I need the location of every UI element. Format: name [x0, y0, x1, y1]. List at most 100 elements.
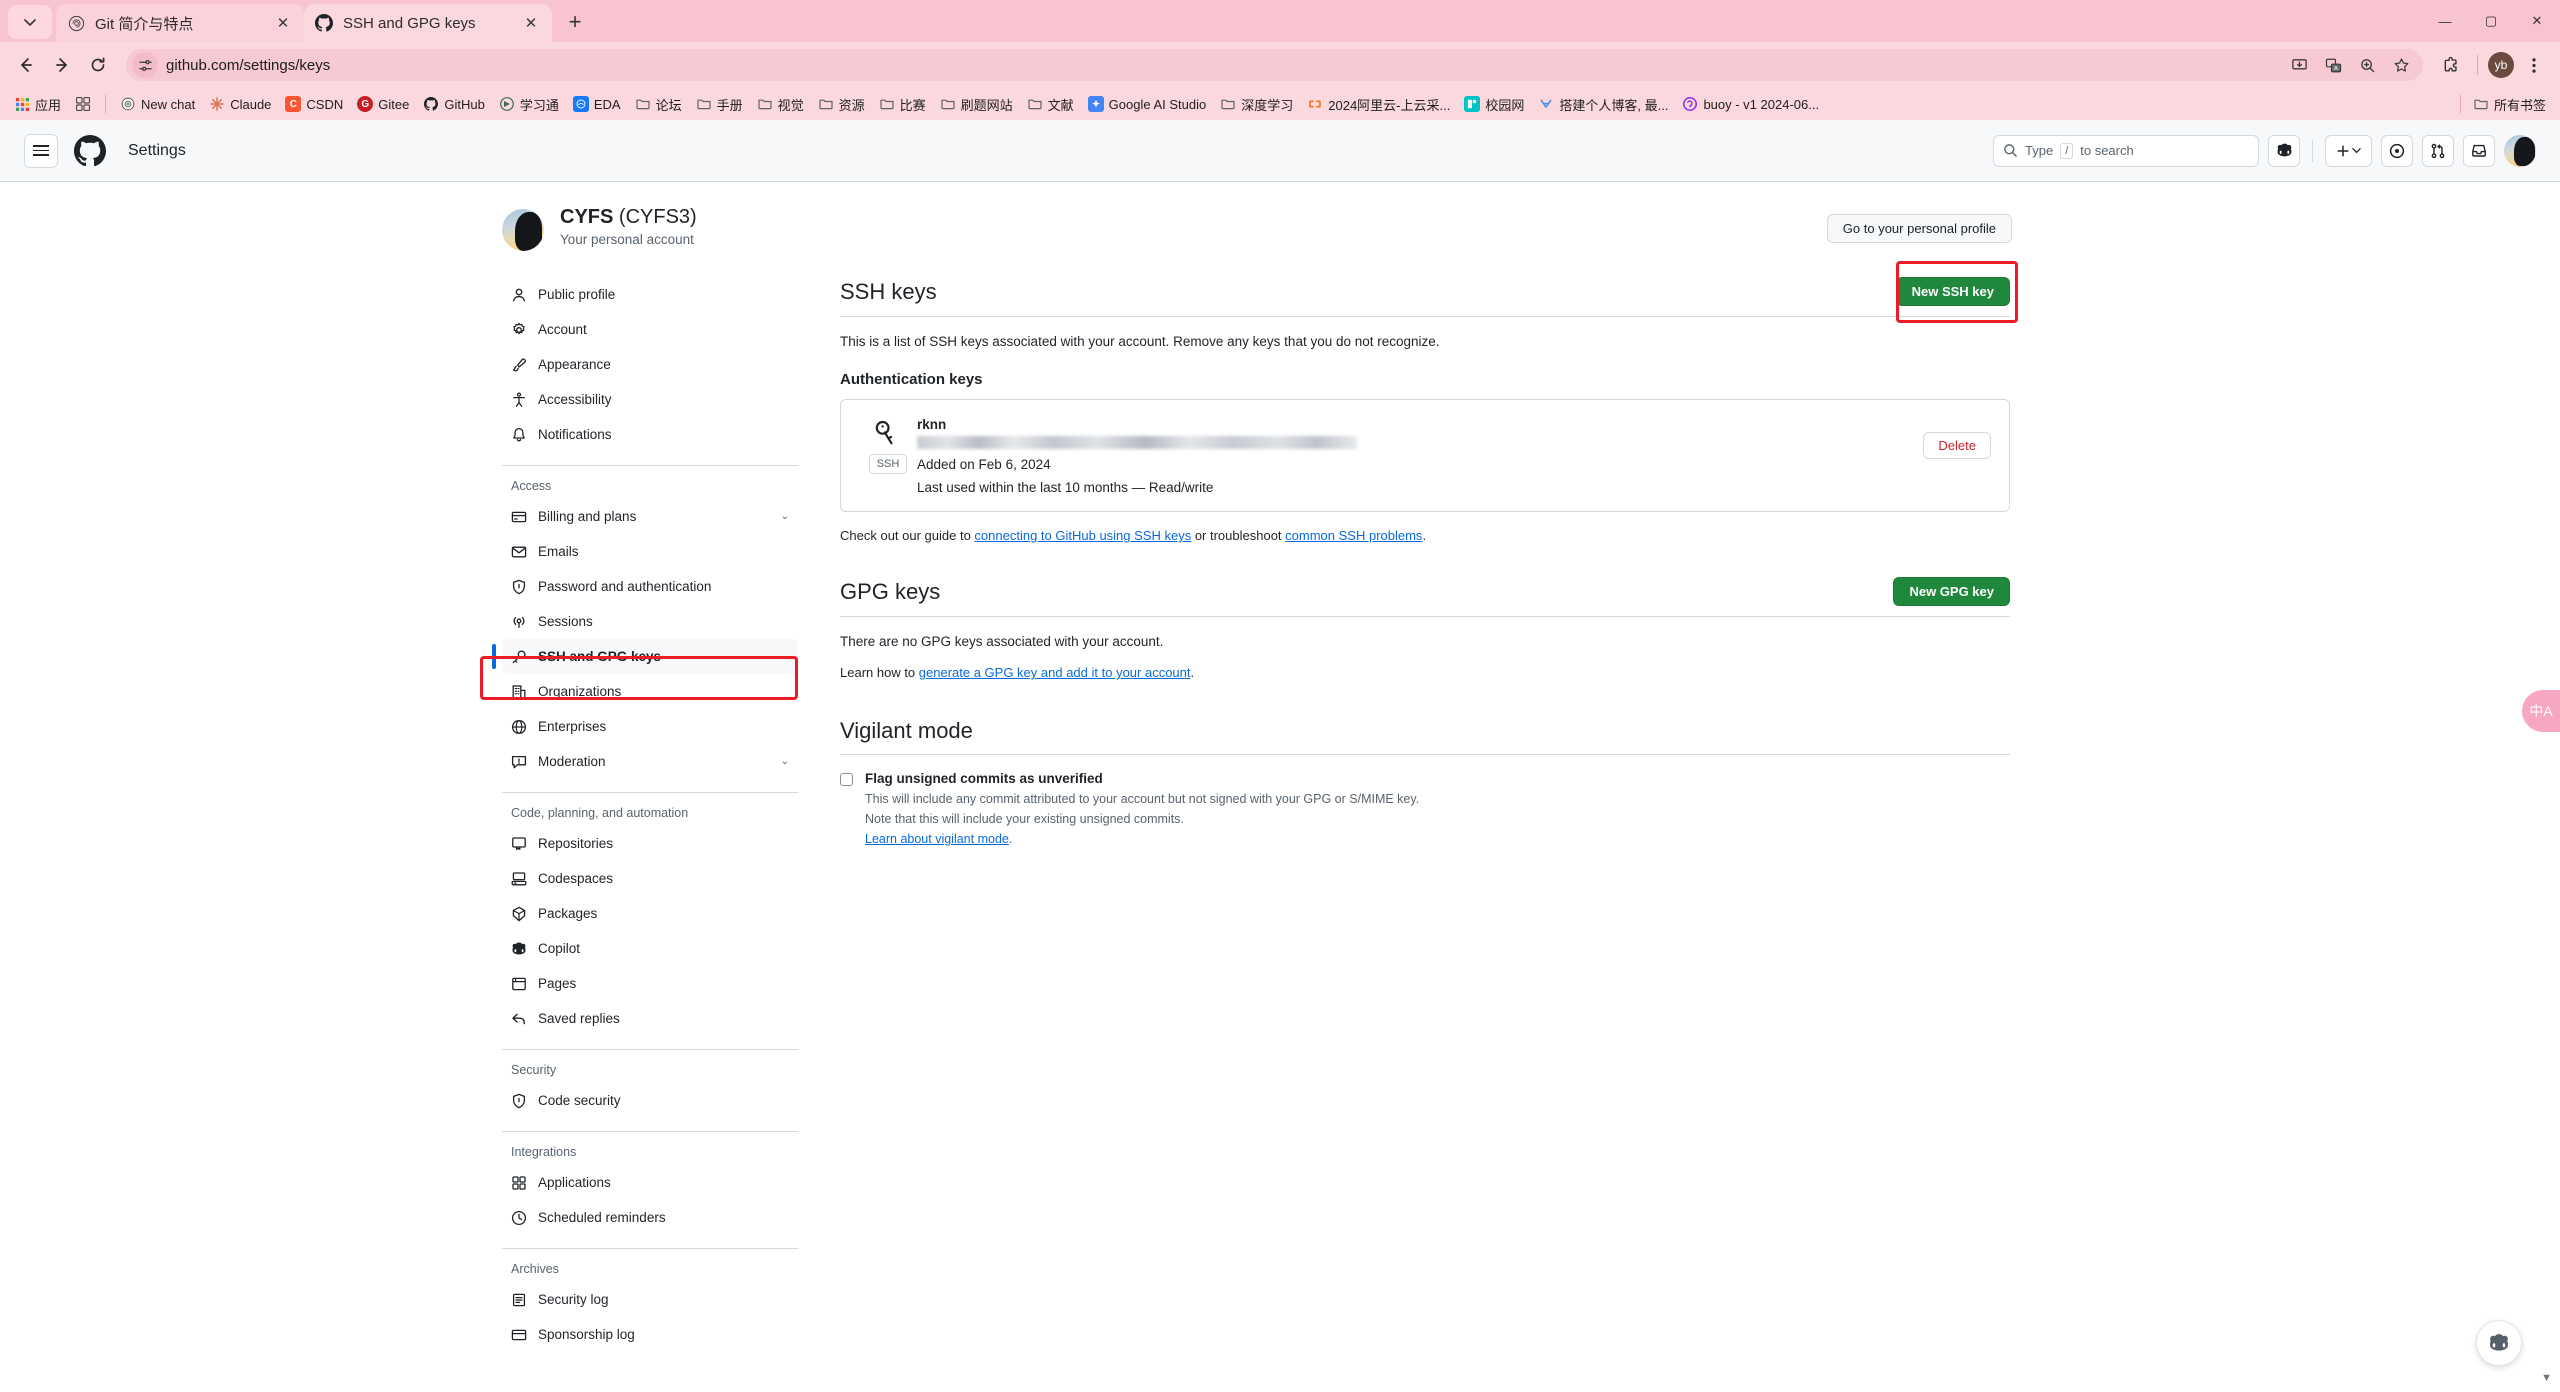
- notifications-button[interactable]: [2463, 134, 2495, 167]
- bookmark-buoy[interactable]: buoy - v1 2024-06...: [1676, 93, 1825, 115]
- sidebar-item-billing-and-plans[interactable]: Billing and plans ⌄: [502, 499, 798, 534]
- sidebar-item-public-profile[interactable]: Public profile: [502, 277, 798, 312]
- go-to-personal-profile-button[interactable]: Go to your personal profile: [1826, 214, 2012, 243]
- bookmark-folder-luntan[interactable]: 论坛: [629, 92, 688, 117]
- bookmark-folder-shijue[interactable]: 视觉: [751, 92, 810, 117]
- tab-search-button[interactable]: [8, 5, 52, 39]
- issues-button[interactable]: [2381, 134, 2413, 167]
- bookmark-campus-net[interactable]: 校园网: [1458, 92, 1530, 117]
- sidebar-item-sponsorship-log[interactable]: Sponsorship log: [502, 1317, 798, 1352]
- bookmark-folder-shuati[interactable]: 刷题网站: [934, 92, 1019, 117]
- avatar[interactable]: [502, 209, 544, 251]
- kebab-menu-icon[interactable]: [2518, 49, 2550, 81]
- bookmark-csdn[interactable]: C CSDN: [279, 93, 349, 115]
- sidebar-item-sessions[interactable]: Sessions: [502, 604, 798, 639]
- translate-widget-button[interactable]: 中A: [2522, 690, 2560, 732]
- sidebar-item-packages[interactable]: Packages: [502, 896, 798, 931]
- bookmark-aliyun[interactable]: 2024阿里云-上云采...: [1301, 92, 1456, 117]
- sidebar-item-enterprises[interactable]: Enterprises: [502, 709, 798, 744]
- new-ssh-key-button[interactable]: New SSH key: [1895, 277, 2010, 306]
- google-ai-icon: [1087, 96, 1104, 112]
- reload-button[interactable]: [82, 49, 114, 81]
- connecting-to-github-ssh-link[interactable]: connecting to GitHub using SSH keys: [974, 528, 1191, 543]
- sidebar-item-moderation[interactable]: Moderation ⌄: [502, 744, 798, 779]
- site-settings-icon[interactable]: [132, 52, 158, 78]
- extensions-icon[interactable]: [2435, 49, 2467, 81]
- scroll-down-caret-icon[interactable]: ▼: [2541, 1372, 2552, 1384]
- gpg-keys-header: GPG keys New GPG key: [840, 577, 2010, 617]
- sidebar-item-ssh-and-gpg-keys[interactable]: SSH and GPG keys: [492, 639, 798, 674]
- bookmark-github[interactable]: GitHub: [417, 93, 490, 115]
- flag-unsigned-commits-checkbox[interactable]: [840, 773, 853, 786]
- sidebar-item-scheduled-reminders[interactable]: Scheduled reminders: [502, 1200, 798, 1235]
- bookmark-folder-shouce[interactable]: 手册: [690, 92, 749, 117]
- bookmark-chaoxing[interactable]: 学习通: [493, 92, 565, 117]
- sidebar-item-copilot[interactable]: Copilot: [502, 931, 798, 966]
- ssh-key-details: rknn Added on Feb 6, 2024 Last used with…: [917, 416, 1923, 495]
- pull-requests-button[interactable]: [2422, 134, 2454, 167]
- tab-close-icon[interactable]: ✕: [272, 12, 294, 34]
- translate-icon[interactable]: A: [2317, 49, 2349, 81]
- sidebar-item-accessibility[interactable]: Accessibility: [502, 382, 798, 417]
- browser-tab-2[interactable]: SSH and GPG keys ✕: [304, 4, 552, 42]
- search-input[interactable]: Type / to search: [1993, 134, 2259, 167]
- tab-close-icon[interactable]: ✕: [520, 12, 542, 34]
- avatar[interactable]: [2504, 134, 2536, 167]
- bookmark-folder-ziyuan[interactable]: 资源: [812, 92, 871, 117]
- sidebar-item-code-security[interactable]: Code security: [502, 1083, 798, 1118]
- address-bar[interactable]: github.com/settings/keys A: [126, 49, 2423, 81]
- forward-button[interactable]: [46, 49, 78, 81]
- minimize-button[interactable]: —: [2422, 0, 2468, 42]
- chevron-down-icon[interactable]: ⌄: [781, 756, 789, 767]
- bookmark-folder-wenxian[interactable]: 文献: [1021, 92, 1080, 117]
- bookmark-new-chat[interactable]: New chat: [114, 93, 201, 115]
- bookmark-gitee[interactable]: G Gitee: [351, 93, 415, 115]
- sidebar-item-pages[interactable]: Pages: [502, 966, 798, 1001]
- install-app-icon[interactable]: [2283, 49, 2315, 81]
- new-gpg-key-button[interactable]: New GPG key: [1893, 577, 2010, 606]
- hamburger-icon[interactable]: [24, 133, 58, 168]
- new-tab-button[interactable]: +: [558, 5, 592, 39]
- browser-profile-chip[interactable]: yb: [2488, 52, 2514, 78]
- sidebar-item-emails[interactable]: Emails: [502, 534, 798, 569]
- bookmark-folder-bisai[interactable]: 比赛: [873, 92, 932, 117]
- close-window-button[interactable]: ✕: [2514, 0, 2560, 42]
- chevron-down-icon[interactable]: ⌄: [781, 511, 789, 522]
- settings-page-body: CYFS (CYFS3) Your personal account Go to…: [0, 182, 2560, 1352]
- zoom-icon[interactable]: [2351, 49, 2383, 81]
- copilot-icon[interactable]: [2268, 134, 2300, 167]
- sidebar-item-appearance[interactable]: Appearance: [502, 347, 798, 382]
- sidebar-item-notifications[interactable]: Notifications: [502, 417, 798, 452]
- gitee-icon: G: [357, 96, 374, 112]
- bookmark-apps[interactable]: 应用: [8, 92, 67, 117]
- sidebar-item-account[interactable]: Account: [502, 312, 798, 347]
- sidebar-item-repositories[interactable]: Repositories: [502, 826, 798, 861]
- sidebar-item-saved-replies[interactable]: Saved replies: [502, 1001, 798, 1036]
- header-actions: Type / to search: [1993, 134, 2536, 167]
- copilot-fab-button[interactable]: [2476, 1320, 2522, 1366]
- bookmark-folder-shenduxuexi[interactable]: 深度学习: [1214, 92, 1299, 117]
- bookmark-group[interactable]: [69, 93, 97, 115]
- delete-ssh-key-button[interactable]: Delete: [1923, 432, 1991, 459]
- browser-tab-1[interactable]: Git 简介与特点 ✕: [56, 4, 304, 42]
- issue-opened-icon: [2389, 143, 2405, 158]
- bookmark-google-ai-studio[interactable]: Google AI Studio: [1082, 93, 1213, 115]
- learn-about-vigilant-mode-link[interactable]: Learn about vigilant mode: [865, 832, 1009, 846]
- all-bookmarks-button[interactable]: 所有书签: [2467, 92, 2552, 117]
- sidebar-group-title-access: Access: [511, 479, 552, 493]
- sidebar-item-password-and-authentication[interactable]: Password and authentication: [502, 569, 798, 604]
- maximize-button[interactable]: ▢: [2468, 0, 2514, 42]
- github-mark-icon[interactable]: [74, 134, 106, 167]
- create-new-button[interactable]: [2325, 134, 2372, 167]
- generate-gpg-key-link[interactable]: generate a GPG key and add it to your ac…: [919, 665, 1191, 680]
- sidebar-item-security-log[interactable]: Security log: [502, 1282, 798, 1317]
- bookmark-eda[interactable]: EDA: [567, 93, 627, 115]
- common-ssh-problems-link[interactable]: common SSH problems: [1285, 528, 1422, 543]
- bookmark-blog[interactable]: 搭建个人博客, 最...: [1532, 92, 1674, 117]
- sidebar-item-organizations[interactable]: Organizations: [502, 674, 798, 709]
- sidebar-item-codespaces[interactable]: Codespaces: [502, 861, 798, 896]
- back-button[interactable]: [10, 49, 42, 81]
- sidebar-item-applications[interactable]: Applications: [502, 1165, 798, 1200]
- bookmark-star-icon[interactable]: [2385, 49, 2417, 81]
- bookmark-claude[interactable]: Claude: [203, 93, 277, 115]
